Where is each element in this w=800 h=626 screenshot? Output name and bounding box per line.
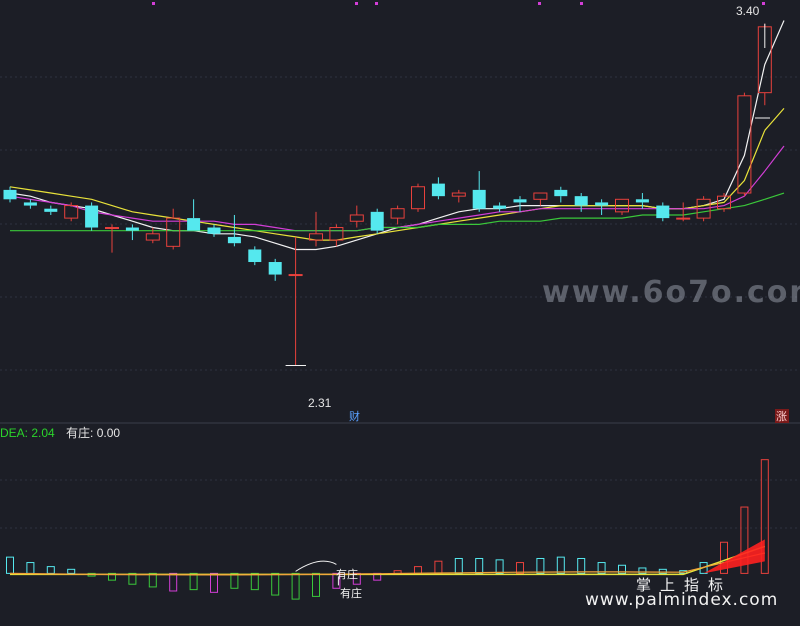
candle-body-down bbox=[513, 199, 527, 203]
top-dot bbox=[762, 2, 765, 5]
candle-body-down bbox=[431, 183, 445, 197]
watermark-site: www.6o7o.com bbox=[542, 275, 800, 310]
indicator-bar bbox=[6, 556, 14, 574]
dea-value: DEA: 2.04 bbox=[0, 426, 55, 440]
annotation-youzhuang-b: 有庄 bbox=[340, 586, 362, 600]
indicator-bar bbox=[658, 568, 667, 574]
candle-body-down bbox=[635, 199, 649, 203]
indicator-bar bbox=[414, 566, 422, 574]
annotation-curve bbox=[295, 560, 337, 572]
candle-body-up bbox=[166, 217, 181, 247]
candle-body-up bbox=[411, 186, 425, 210]
top-dot bbox=[152, 2, 155, 5]
candle-body-down bbox=[23, 202, 37, 206]
indicator-header: DEA: 2.04 有庄: 0.00 bbox=[0, 424, 120, 441]
indicator-bar bbox=[495, 559, 504, 574]
ma-line-1 bbox=[9, 64, 766, 251]
ma-line-extension bbox=[764, 107, 785, 131]
indicator-bar bbox=[536, 557, 545, 574]
ma-line-extension bbox=[764, 145, 785, 172]
candle-body-down bbox=[268, 262, 282, 275]
candle-body-down bbox=[656, 205, 670, 219]
candle-body-down bbox=[125, 227, 139, 231]
ma-line-4 bbox=[10, 198, 765, 232]
candle-body-up bbox=[105, 227, 119, 230]
indicator-bar bbox=[26, 562, 35, 574]
indicator-bar bbox=[271, 572, 280, 596]
indicator-bar bbox=[556, 556, 565, 574]
candle-body-down bbox=[44, 208, 58, 212]
low-price-label: 2.31 bbox=[308, 396, 332, 410]
indicator-bar bbox=[454, 557, 463, 574]
indicator-bar bbox=[475, 557, 484, 574]
indicator-bar bbox=[312, 572, 320, 597]
candle-body-down bbox=[493, 205, 507, 209]
candle-body-down bbox=[472, 189, 486, 209]
indicator-bar bbox=[291, 572, 300, 600]
indicator-bar bbox=[577, 557, 586, 574]
indicator-bar bbox=[189, 572, 198, 591]
top-dot bbox=[375, 2, 378, 5]
candle-body-down bbox=[574, 196, 588, 206]
indicator-bar bbox=[434, 560, 443, 574]
high-price-label: 3.40 bbox=[736, 4, 760, 18]
candle-body-up bbox=[349, 214, 364, 222]
dif-line bbox=[9, 552, 765, 576]
ma-line-extension bbox=[764, 192, 785, 200]
candle-body-down bbox=[3, 189, 17, 200]
candle-body-down bbox=[595, 202, 609, 206]
top-dot bbox=[355, 2, 358, 5]
candle-body-up bbox=[390, 208, 405, 219]
indicator-bar bbox=[210, 572, 218, 593]
top-markers bbox=[152, 2, 765, 5]
indicator-bar bbox=[148, 572, 157, 588]
candle-body-up bbox=[145, 233, 160, 241]
indicator-bar bbox=[67, 568, 76, 574]
watermark-url: www.palmindex.com bbox=[585, 590, 779, 610]
indicator-bar bbox=[250, 572, 259, 591]
cai-marker: 财 bbox=[349, 409, 360, 423]
candle-body-down bbox=[227, 236, 241, 244]
candle-body-up bbox=[676, 217, 691, 220]
annotation-youzhuang-a: 有庄 bbox=[336, 567, 358, 581]
candlesticks bbox=[3, 23, 772, 367]
top-dot bbox=[538, 2, 541, 5]
candle-body-up bbox=[533, 192, 548, 200]
candle-body-up bbox=[288, 274, 303, 277]
candle-body-up bbox=[737, 95, 752, 194]
candle-body-down bbox=[85, 205, 99, 228]
youzhuang-value: 有庄: 0.00 bbox=[66, 426, 121, 440]
stock-chart: 3.40 2.31 财 涨 有庄 有庄 bbox=[0, 2, 800, 600]
top-dot bbox=[580, 2, 583, 5]
zhang-marker: 涨 bbox=[776, 410, 787, 423]
candle-body-down bbox=[370, 211, 384, 231]
candle-body-down bbox=[554, 189, 568, 197]
candle-body-down bbox=[187, 218, 201, 231]
candle-body-down bbox=[248, 249, 262, 263]
ma-line-3 bbox=[9, 170, 766, 232]
candle-body-up bbox=[329, 227, 344, 241]
dea-line bbox=[10, 545, 766, 576]
candle-body-down bbox=[207, 227, 221, 234]
indicator-bar bbox=[230, 572, 239, 589]
candle-body-up bbox=[451, 192, 466, 197]
indicator-bar bbox=[46, 566, 55, 574]
indicator-bar bbox=[169, 572, 178, 592]
